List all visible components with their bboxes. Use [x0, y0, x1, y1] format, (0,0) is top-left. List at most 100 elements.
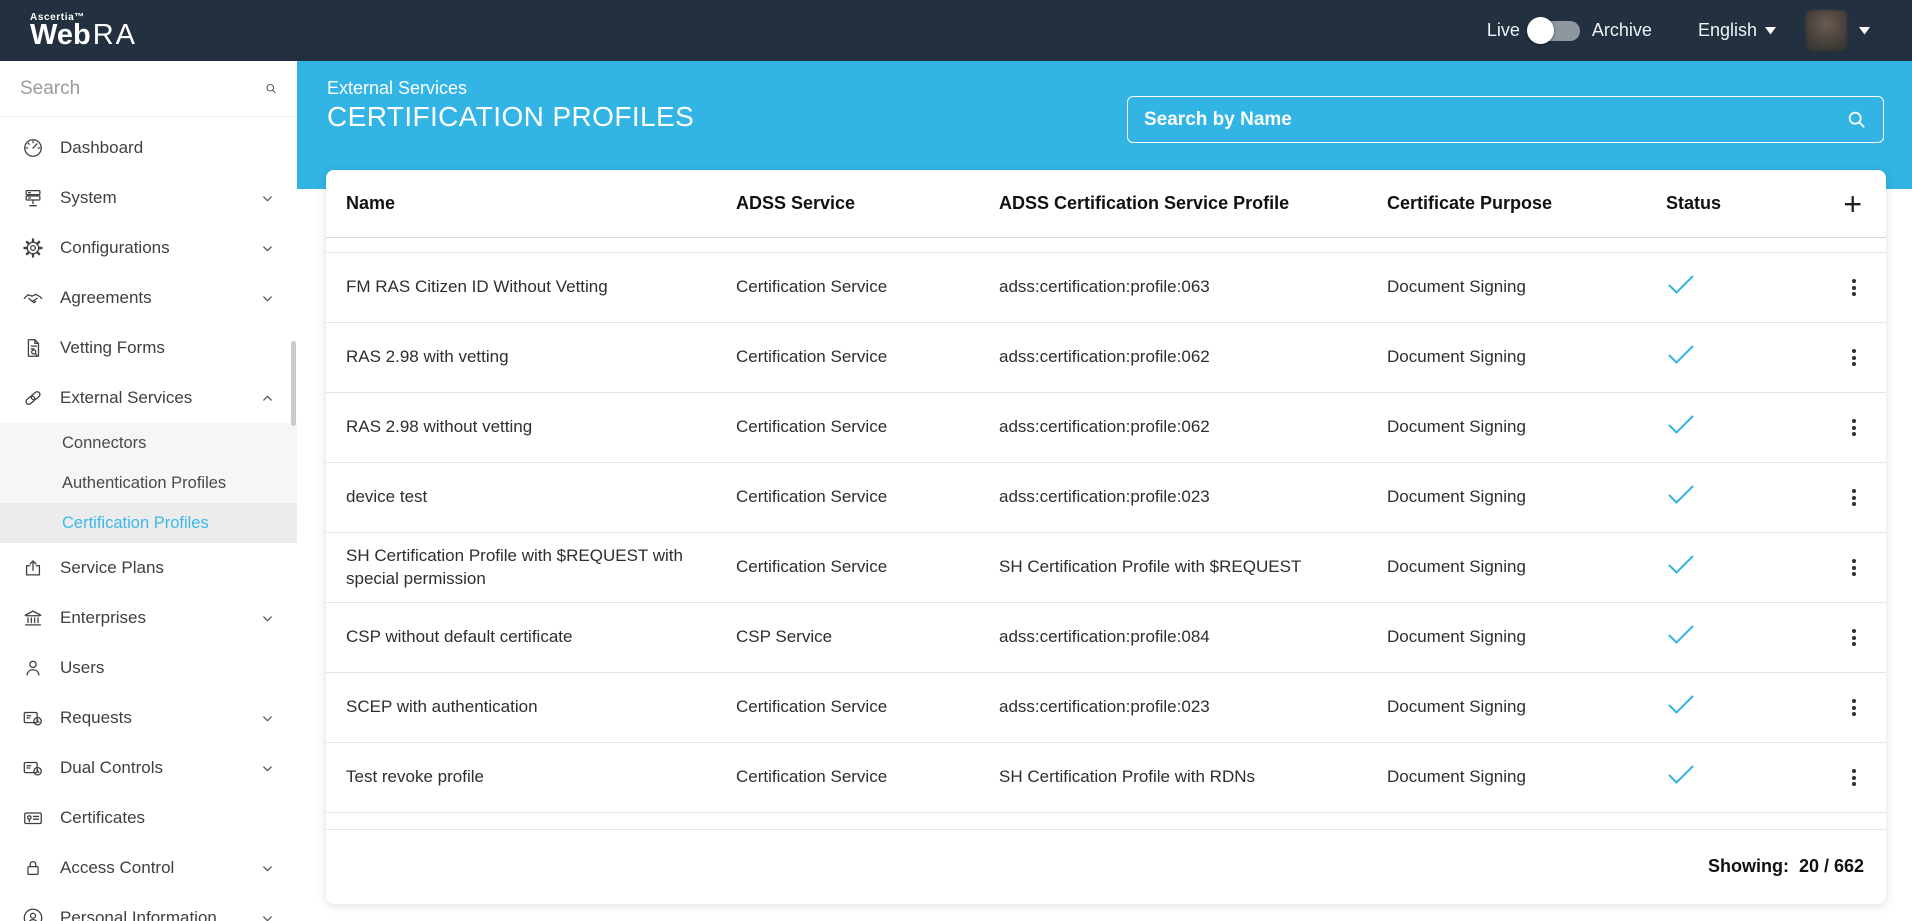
sidebar-item-label: Agreements [60, 288, 152, 308]
link-icon [22, 387, 44, 409]
row-menu-kebab-icon[interactable] [1846, 273, 1862, 302]
table-row[interactable]: SCEP with authentication Certification S… [326, 673, 1886, 743]
sidebar-item-label: Dual Controls [60, 758, 163, 778]
cell-purpose: Document Signing [1387, 416, 1652, 438]
brand-logo[interactable]: Ascertia™ WebRA [0, 12, 137, 50]
sidebar-item-label: External Services [60, 388, 192, 408]
page-header: External Services CERTIFICATION PROFILES [327, 78, 694, 133]
row-menu-kebab-icon[interactable] [1846, 623, 1862, 652]
chevron-down-icon [260, 861, 275, 876]
showing-value: 20 / 662 [1799, 856, 1864, 877]
search-icon[interactable] [1846, 109, 1867, 130]
table-tail-row [326, 813, 1886, 830]
certificate-icon [22, 807, 44, 829]
chevron-down-icon [260, 241, 275, 256]
sidebar-item-access-control[interactable]: Access Control [0, 843, 297, 893]
sidebar-item-configurations[interactable]: Configurations [0, 223, 297, 273]
table-row[interactable]: RAS 2.98 without vetting Certification S… [326, 393, 1886, 463]
name-search-input[interactable] [1128, 109, 1846, 131]
row-menu-kebab-icon[interactable] [1846, 763, 1862, 792]
cell-purpose: Document Signing [1387, 626, 1652, 648]
language-label: English [1698, 20, 1757, 41]
status-check-icon [1666, 273, 1696, 296]
row-menu-kebab-icon[interactable] [1846, 693, 1862, 722]
table-row[interactable]: SH Certification Profile with $REQUEST w… [326, 533, 1886, 603]
live-archive-toggle[interactable] [1530, 21, 1580, 41]
row-menu-kebab-icon[interactable] [1846, 413, 1862, 442]
chevron-down-icon[interactable] [1859, 27, 1870, 35]
column-header-adss-service[interactable]: ADSS Service [736, 192, 999, 215]
sidebar-subitem-connectors[interactable]: Connectors [0, 423, 297, 463]
sidebar-item-users[interactable]: Users [0, 643, 297, 693]
live-label: Live [1487, 20, 1520, 41]
cell-status [1652, 553, 1792, 582]
add-profile-button[interactable]: + [1843, 188, 1862, 220]
avatar[interactable] [1806, 10, 1847, 51]
column-header-name[interactable]: Name [346, 192, 736, 215]
sidebar-item-dual-controls[interactable]: Dual Controls [0, 743, 297, 793]
row-menu-kebab-icon[interactable] [1846, 483, 1862, 512]
status-check-icon [1666, 763, 1696, 786]
cell-profile: adss:certification:profile:084 [999, 626, 1387, 648]
sidebar-item-label: Users [60, 658, 104, 678]
sidebar-item-dashboard[interactable]: Dashboard [0, 123, 297, 173]
status-check-icon [1666, 553, 1696, 576]
sidebar-item-requests[interactable]: Requests [0, 693, 297, 743]
showing-label: Showing: [1708, 856, 1789, 877]
table-row[interactable]: CSP without default certificate CSP Serv… [326, 603, 1886, 673]
sidebar-menu: Dashboard System Configurations Agreemen… [0, 117, 297, 921]
column-header-status[interactable]: Status [1652, 192, 1792, 215]
sidebar-item-label: Certificates [60, 808, 145, 828]
toggle-knob[interactable] [1527, 17, 1554, 44]
chevron-down-icon [1765, 27, 1776, 35]
chevron-down-icon [260, 291, 275, 306]
column-header-certificate-purpose[interactable]: Certificate Purpose [1387, 192, 1652, 215]
cell-profile: SH Certification Profile with $REQUEST [999, 556, 1387, 578]
table-footer: Showing: 20 / 662 [326, 830, 1886, 902]
chevron-up-icon [260, 391, 275, 406]
row-menu-kebab-icon[interactable] [1846, 553, 1862, 582]
sidebar-item-label: Vetting Forms [60, 338, 165, 358]
column-header-adss-certification-service-profile[interactable]: ADSS Certification Service Profile [999, 192, 1387, 215]
sidebar-item-service-plans[interactable]: Service Plans [0, 543, 297, 593]
cell-adss-service: Certification Service [736, 486, 999, 508]
sidebar-item-system[interactable]: System [0, 173, 297, 223]
table-row[interactable]: RAS 2.98 with vetting Certification Serv… [326, 323, 1886, 393]
cell-adss-service: Certification Service [736, 276, 999, 298]
sidebar-search-input[interactable] [20, 78, 265, 100]
table-row[interactable]: FM RAS Citizen ID Without Vetting Certif… [326, 253, 1886, 323]
status-check-icon [1666, 413, 1696, 436]
sidebar-item-external-services[interactable]: External Services [0, 373, 297, 423]
sidebar-subitem-label: Certification Profiles [62, 514, 209, 533]
id-card-clock-icon [22, 757, 44, 779]
cell-profile: adss:certification:profile:023 [999, 486, 1387, 508]
sidebar-subitem-certification-profiles[interactable]: Certification Profiles [0, 503, 297, 543]
sidebar-search[interactable] [0, 61, 297, 117]
sidebar-item-enterprises[interactable]: Enterprises [0, 593, 297, 643]
language-dropdown[interactable]: English [1698, 20, 1776, 41]
table-spacer-row [326, 238, 1886, 253]
cell-purpose: Document Signing [1387, 556, 1652, 578]
sidebar-item-label: Enterprises [60, 608, 146, 628]
table-row[interactable]: Test revoke profile Certification Servic… [326, 743, 1886, 813]
external-services-submenu: Connectors Authentication Profiles Certi… [0, 423, 297, 543]
status-check-icon [1666, 483, 1696, 506]
cell-name: device test [346, 486, 736, 508]
cell-status [1652, 763, 1792, 792]
sidebar-subitem-authentication-profiles[interactable]: Authentication Profiles [0, 463, 297, 503]
sidebar-item-agreements[interactable]: Agreements [0, 273, 297, 323]
topbar-actions: Live Archive English [1487, 10, 1912, 51]
sidebar-item-certificates[interactable]: Certificates [0, 793, 297, 843]
table-row[interactable]: device test Certification Service adss:c… [326, 463, 1886, 533]
table-header-row: Name ADSS Service ADSS Certification Ser… [326, 170, 1886, 238]
row-menu-kebab-icon[interactable] [1846, 343, 1862, 372]
cell-status [1652, 623, 1792, 652]
sidebar-item-vetting-forms[interactable]: Vetting Forms [0, 323, 297, 373]
status-check-icon [1666, 623, 1696, 646]
sidebar-item-personal-information[interactable]: Personal Information [0, 893, 297, 921]
name-search[interactable] [1127, 96, 1884, 143]
search-icon[interactable] [265, 78, 277, 99]
cell-adss-service: Certification Service [736, 416, 999, 438]
sidebar-scrollbar[interactable] [291, 341, 296, 426]
cell-name: RAS 2.98 with vetting [346, 346, 736, 368]
